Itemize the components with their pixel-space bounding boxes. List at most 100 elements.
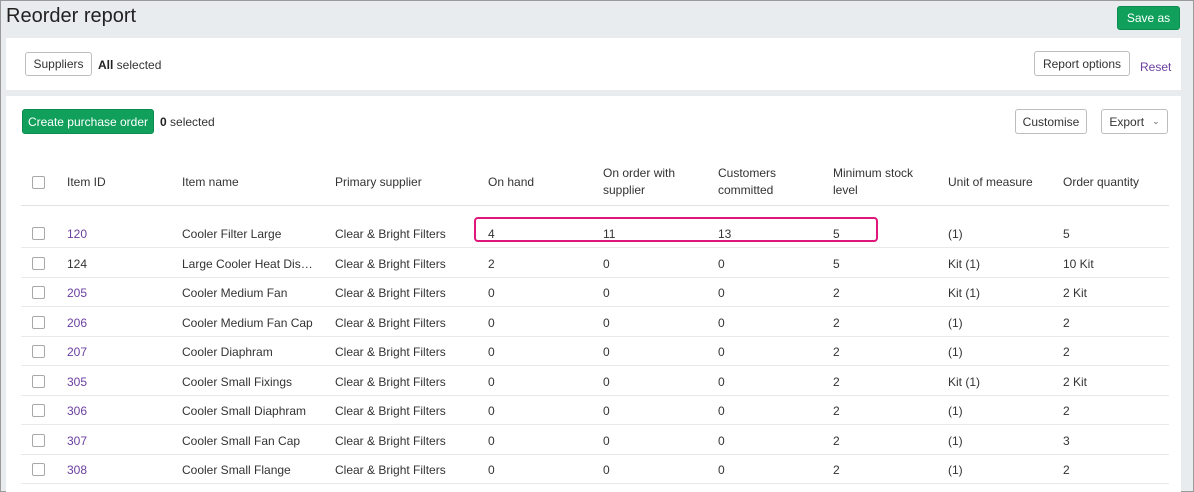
chevron-down-icon: ⌄ — [1152, 116, 1160, 126]
header-unit-of-measure[interactable]: Unit of measure — [948, 174, 1033, 191]
table-row[interactable]: 307 Cooler Small Fan Cap Clear & Bright Fi… — [6, 425, 1181, 455]
cell-item-id[interactable]: 207 — [67, 345, 87, 359]
cell-customers-committed: 0 — [718, 404, 725, 418]
cell-item-name: Cooler Medium Fan Cap — [182, 316, 313, 330]
cell-unit-of-measure: Kit (1) — [948, 286, 981, 300]
table-row[interactable]: 305 Cooler Small Fixings Clear & Bright Fi… — [6, 366, 1181, 396]
cell-customers-committed: 0 — [718, 286, 725, 300]
cell-item-id[interactable]: 206 — [67, 316, 87, 330]
reset-link[interactable]: Reset — [1140, 60, 1171, 74]
export-button[interactable]: Export ⌄ — [1101, 109, 1168, 134]
header-item-name[interactable]: Item name — [182, 174, 239, 191]
cell-primary-supplier: Clear & Bright Filters — [335, 404, 446, 418]
cell-unit-of-measure: Kit (1) — [948, 375, 981, 389]
header-minimum-stock[interactable]: Minimum stock level — [833, 165, 913, 199]
customise-button[interactable]: Customise — [1015, 109, 1087, 134]
cell-unit-of-measure: Kit (1) — [948, 257, 981, 271]
row-checkbox[interactable] — [32, 375, 45, 388]
cell-on-hand: 0 — [488, 286, 495, 300]
row-checkbox[interactable] — [32, 434, 45, 447]
cell-minimum-stock: 2 — [833, 316, 840, 330]
row-checkbox[interactable] — [32, 316, 45, 329]
cell-on-order: 0 — [603, 345, 610, 359]
cell-minimum-stock: 5 — [833, 227, 840, 241]
cell-item-id[interactable]: 205 — [67, 286, 87, 300]
cell-on-order: 0 — [603, 434, 610, 448]
cell-minimum-stock: 2 — [833, 463, 840, 477]
create-purchase-order-button[interactable]: Create purchase order — [22, 109, 154, 134]
header-primary-supplier[interactable]: Primary supplier — [335, 174, 422, 191]
cell-minimum-stock: 2 — [833, 345, 840, 359]
report-options-button[interactable]: Report options — [1034, 51, 1130, 76]
cell-on-order: 11 — [603, 227, 616, 241]
cell-item-name: Cooler Diaphram — [182, 345, 273, 359]
row-checkbox[interactable] — [32, 257, 45, 270]
header-committed-line2: committed — [718, 183, 774, 197]
cell-on-hand: 0 — [488, 434, 495, 448]
row-checkbox[interactable] — [32, 227, 45, 240]
cell-item-id[interactable]: 307 — [67, 434, 87, 448]
cell-item-id[interactable]: 308 — [67, 463, 87, 477]
table-row[interactable]: 206 Cooler Medium Fan Cap Clear & Bright F… — [6, 307, 1181, 337]
table-row[interactable]: 308 Cooler Small Flange Clear & Bright Fil… — [6, 454, 1181, 484]
selected-count-value: 0 — [160, 115, 167, 129]
header-min-stock-line1: Minimum stock — [833, 166, 914, 180]
table-row[interactable]: 306 Cooler Small Diaphram Clear & Bright F… — [6, 395, 1181, 425]
report-table-panel: Create purchase order 0 selected Customi… — [6, 96, 1181, 492]
table-row[interactable]: 124 Large Cooler Heat Dissip... Clear & Br… — [6, 248, 1181, 278]
cell-on-hand: 0 — [488, 375, 495, 389]
header-on-hand[interactable]: On hand — [488, 174, 534, 191]
cell-order-quantity: 2 Kit — [1063, 375, 1088, 389]
save-as-button[interactable]: Save as — [1117, 6, 1180, 30]
header-customers-committed[interactable]: Customers committed — [718, 165, 776, 199]
cell-minimum-stock: 5 — [833, 257, 840, 271]
cell-unit-of-measure: (1) — [948, 434, 963, 448]
table-row[interactable]: 207 Cooler Diaphram Clear & Bright Filters… — [6, 336, 1181, 366]
cell-item-id[interactable]: 305 — [67, 375, 87, 389]
cell-item-name: Cooler Small Fixings — [182, 375, 293, 389]
cell-unit-of-measure: (1) — [948, 463, 963, 477]
export-label: Export — [1109, 114, 1145, 129]
table-row[interactable]: 120 Cooler Filter Large Clear & Bright Fil… — [6, 218, 1181, 248]
cell-on-order: 0 — [603, 316, 610, 330]
cell-unit-of-measure: (1) — [948, 404, 963, 418]
header-divider — [21, 205, 1169, 206]
cell-on-order: 0 — [603, 286, 610, 300]
table-row[interactable]: 205 Cooler Medium Fan Clear & Bright Filte… — [6, 277, 1181, 307]
cell-on-order: 0 — [603, 404, 610, 418]
header-on-order[interactable]: On order with supplier — [603, 165, 675, 199]
header-committed-line1: Customers — [718, 166, 777, 180]
cell-item-id[interactable]: 120 — [67, 227, 87, 241]
row-checkbox[interactable] — [32, 345, 45, 358]
cell-on-order: 0 — [603, 463, 610, 477]
cell-customers-committed: 0 — [718, 257, 725, 271]
row-checkbox[interactable] — [32, 404, 45, 417]
cell-customers-committed: 0 — [718, 316, 725, 330]
cell-item-id: 124 — [67, 257, 88, 271]
cell-item-name: Cooler Small Diaphram — [182, 404, 307, 418]
suppliers-button[interactable]: Suppliers — [25, 52, 92, 76]
cell-unit-of-measure: (1) — [948, 227, 963, 241]
cell-item-name: Cooler Small Fan Cap — [182, 434, 301, 448]
row-checkbox[interactable] — [32, 463, 45, 476]
cell-customers-committed: 0 — [718, 375, 725, 389]
cell-primary-supplier: Clear & Bright Filters — [335, 434, 446, 448]
cell-order-quantity: 5 — [1063, 227, 1070, 241]
cell-on-hand: 0 — [488, 404, 495, 418]
select-all-checkbox[interactable] — [32, 176, 45, 189]
cell-on-order: 0 — [603, 375, 610, 389]
cell-item-name: Large Cooler Heat Dissip... — [182, 257, 317, 271]
suppliers-selected-text: selected — [113, 58, 162, 72]
selected-count-text: selected — [166, 115, 215, 129]
row-checkbox[interactable] — [32, 286, 45, 299]
cell-primary-supplier: Clear & Bright Filters — [335, 316, 446, 330]
cell-item-id[interactable]: 306 — [67, 404, 87, 418]
cell-primary-supplier: Clear & Bright Filters — [335, 375, 446, 389]
header-on-order-line2: supplier — [603, 183, 646, 197]
header-item-id[interactable]: Item ID — [67, 174, 106, 191]
cell-on-hand: 0 — [488, 316, 495, 330]
cell-order-quantity: 2 Kit — [1063, 286, 1088, 300]
cell-customers-committed: 0 — [718, 434, 725, 448]
header-order-quantity[interactable]: Order quantity — [1063, 174, 1139, 191]
selected-count: 0 selected — [160, 115, 215, 129]
